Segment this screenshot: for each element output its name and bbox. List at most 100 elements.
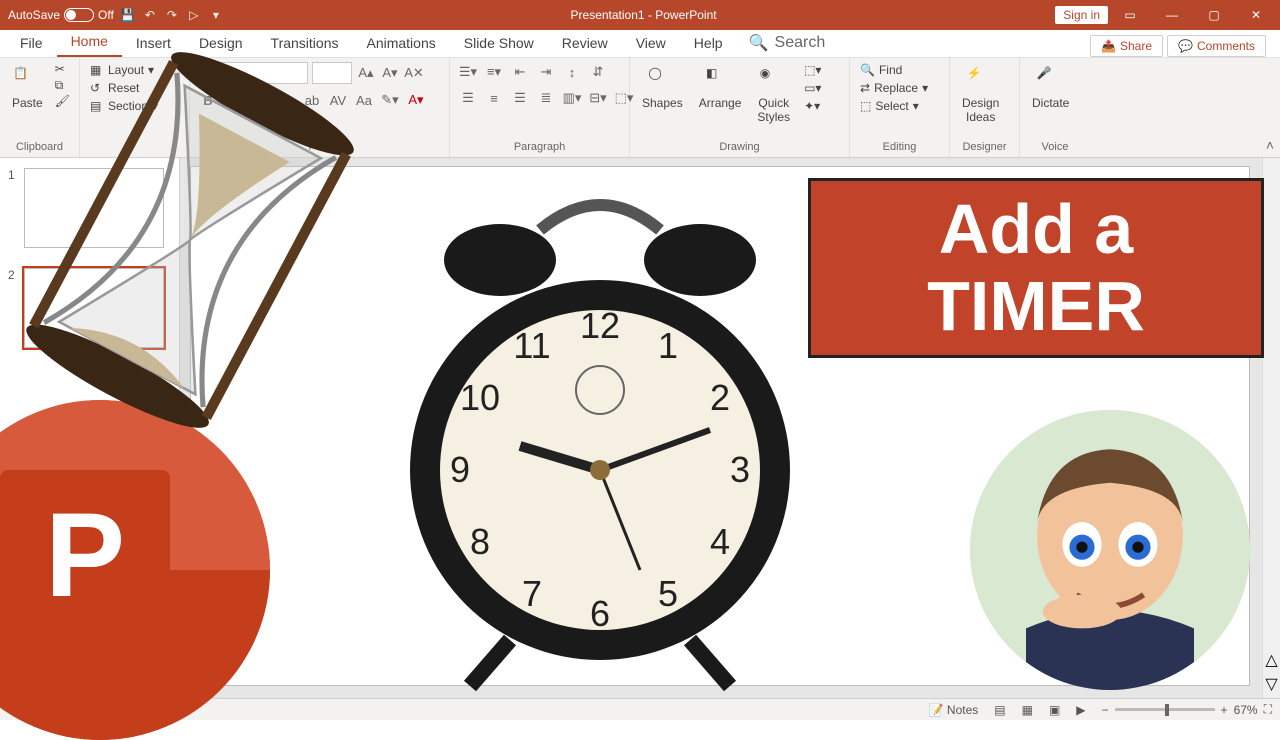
- paste-label: Paste: [12, 96, 43, 110]
- clear-format-icon[interactable]: A✕: [404, 63, 424, 83]
- undo-icon[interactable]: ↶: [142, 7, 158, 23]
- share-icon: 📤: [1101, 39, 1116, 53]
- minimize-icon[interactable]: —: [1152, 0, 1192, 30]
- slideshow-view-icon[interactable]: ▶: [1076, 703, 1085, 717]
- indent-dec-icon[interactable]: ⇤: [510, 62, 530, 82]
- numbering-icon[interactable]: ≡▾: [484, 62, 504, 82]
- tab-file[interactable]: File: [6, 31, 57, 57]
- tab-animations[interactable]: Animations: [352, 31, 449, 57]
- tab-insert[interactable]: Insert: [122, 31, 185, 57]
- tab-transitions[interactable]: Transitions: [257, 31, 353, 57]
- copy-icon[interactable]: ⧉: [55, 78, 69, 92]
- bullets-icon[interactable]: ☰▾: [458, 62, 478, 82]
- replace-label: Replace: [874, 81, 918, 95]
- align-left-icon[interactable]: ☰: [458, 88, 478, 108]
- normal-view-icon[interactable]: ▤: [994, 703, 1005, 717]
- align-text-icon[interactable]: ⊟▾: [588, 88, 608, 108]
- align-center-icon[interactable]: ≡: [484, 88, 504, 108]
- thumbnail-2[interactable]: 2: [0, 258, 179, 358]
- zoom-level[interactable]: 67%: [1234, 703, 1258, 717]
- select-icon: ⬚: [860, 99, 871, 113]
- find-button[interactable]: 🔍Find: [858, 62, 930, 78]
- prev-slide-icon[interactable]: △: [1265, 650, 1277, 670]
- zoom-control[interactable]: − + 67% ⛶: [1102, 702, 1272, 717]
- collapse-ribbon-icon[interactable]: ˄: [1266, 137, 1274, 153]
- align-right-icon[interactable]: ☰: [510, 88, 530, 108]
- notes-button[interactable]: 📝 Notes: [929, 703, 979, 717]
- highlight-icon[interactable]: ✎▾: [380, 90, 400, 110]
- change-case-button[interactable]: Aa: [354, 90, 374, 110]
- reset-button[interactable]: ↺Reset: [88, 80, 160, 96]
- shape-outline-icon[interactable]: ▭▾: [802, 80, 823, 96]
- slide-thumbnails-panel[interactable]: 1 2: [0, 158, 180, 698]
- search-icon: 🔍: [749, 33, 769, 53]
- italic-button[interactable]: I: [224, 90, 244, 110]
- search-label: Search: [775, 34, 826, 52]
- increase-font-icon[interactable]: A▴: [356, 63, 376, 83]
- chevron-down-icon: ▾: [148, 63, 154, 77]
- redo-icon[interactable]: ↷: [164, 7, 180, 23]
- design-ideas-button[interactable]: ⚡Design Ideas: [958, 62, 1003, 128]
- start-from-beginning-icon[interactable]: ▷: [186, 7, 202, 23]
- replace-button[interactable]: ⇄Replace ▾: [858, 80, 930, 96]
- tab-help[interactable]: Help: [680, 31, 737, 57]
- find-icon: 🔍: [860, 63, 875, 77]
- bold-button[interactable]: B: [198, 90, 218, 110]
- maximize-icon[interactable]: ▢: [1194, 0, 1234, 30]
- sorter-view-icon[interactable]: ▦: [1022, 703, 1033, 717]
- vertical-scrollbar[interactable]: △ ▽: [1262, 158, 1280, 698]
- next-slide-icon[interactable]: ▽: [1265, 674, 1277, 694]
- close-icon[interactable]: ✕: [1236, 0, 1276, 30]
- justify-icon[interactable]: ≣: [536, 88, 556, 108]
- zoom-slider[interactable]: [1115, 708, 1215, 711]
- quick-styles-button[interactable]: ◉Quick Styles: [753, 62, 794, 128]
- tab-slideshow[interactable]: Slide Show: [450, 31, 548, 57]
- dictate-button[interactable]: 🎤Dictate: [1028, 62, 1073, 114]
- shadow-button[interactable]: ab: [302, 90, 322, 110]
- chevron-down-icon: ▾: [913, 99, 919, 113]
- underline-button[interactable]: U: [250, 90, 270, 110]
- font-size-combo[interactable]: [312, 62, 352, 84]
- autosave-toggle[interactable]: AutoSave Off: [8, 8, 114, 22]
- cut-icon[interactable]: ✂: [55, 62, 69, 76]
- zoom-out-icon[interactable]: −: [1102, 703, 1109, 717]
- char-spacing-button[interactable]: AV: [328, 90, 348, 110]
- qat-more-icon[interactable]: ▾: [208, 7, 224, 23]
- fit-to-window-icon[interactable]: ⛶: [1264, 702, 1272, 717]
- comments-button[interactable]: 💬Comments: [1167, 35, 1266, 57]
- paste-button[interactable]: 📋 Paste: [8, 62, 47, 114]
- strike-button[interactable]: S: [276, 90, 296, 110]
- share-button[interactable]: 📤Share: [1090, 35, 1163, 57]
- tab-home[interactable]: Home: [57, 29, 122, 57]
- ribbon-tabs: File Home Insert Design Transitions Anim…: [0, 30, 1280, 58]
- shapes-button[interactable]: ◯Shapes: [638, 62, 687, 114]
- zoom-in-icon[interactable]: +: [1221, 703, 1228, 717]
- comment-icon: 💬: [1178, 39, 1193, 53]
- text-direction-icon[interactable]: ⇵: [588, 62, 608, 82]
- font-family-combo[interactable]: [198, 62, 308, 84]
- format-painter-icon[interactable]: 🖌: [55, 94, 69, 108]
- decrease-font-icon[interactable]: A▾: [380, 63, 400, 83]
- columns-icon[interactable]: ▥▾: [562, 88, 582, 108]
- shape-fill-icon[interactable]: ⬚▾: [802, 62, 823, 78]
- shape-effects-icon[interactable]: ✦▾: [802, 98, 823, 114]
- group-label-paragraph: Paragraph: [458, 141, 621, 155]
- select-button[interactable]: ⬚Select ▾: [858, 98, 930, 114]
- thumbnail-1[interactable]: 1: [0, 158, 179, 258]
- line-spacing-icon[interactable]: ↕: [562, 62, 582, 82]
- arrange-button[interactable]: ◧Arrange: [695, 62, 746, 114]
- tell-me-search[interactable]: 🔍 Search: [737, 29, 838, 57]
- indent-inc-icon[interactable]: ⇥: [536, 62, 556, 82]
- slide-canvas[interactable]: [180, 158, 1262, 698]
- font-color-icon[interactable]: A▾: [406, 90, 426, 110]
- tab-view[interactable]: View: [622, 31, 680, 57]
- reading-view-icon[interactable]: ▣: [1049, 703, 1060, 717]
- layout-button[interactable]: ▦Layout ▾: [88, 62, 160, 78]
- save-icon[interactable]: 💾: [120, 7, 136, 23]
- current-slide[interactable]: [190, 166, 1250, 686]
- tab-review[interactable]: Review: [548, 31, 622, 57]
- tab-design[interactable]: Design: [185, 31, 257, 57]
- sign-in-button[interactable]: Sign in: [1055, 6, 1108, 24]
- ribbon-display-icon[interactable]: ▭: [1110, 0, 1150, 30]
- section-button[interactable]: ▤Section ▾: [88, 98, 160, 114]
